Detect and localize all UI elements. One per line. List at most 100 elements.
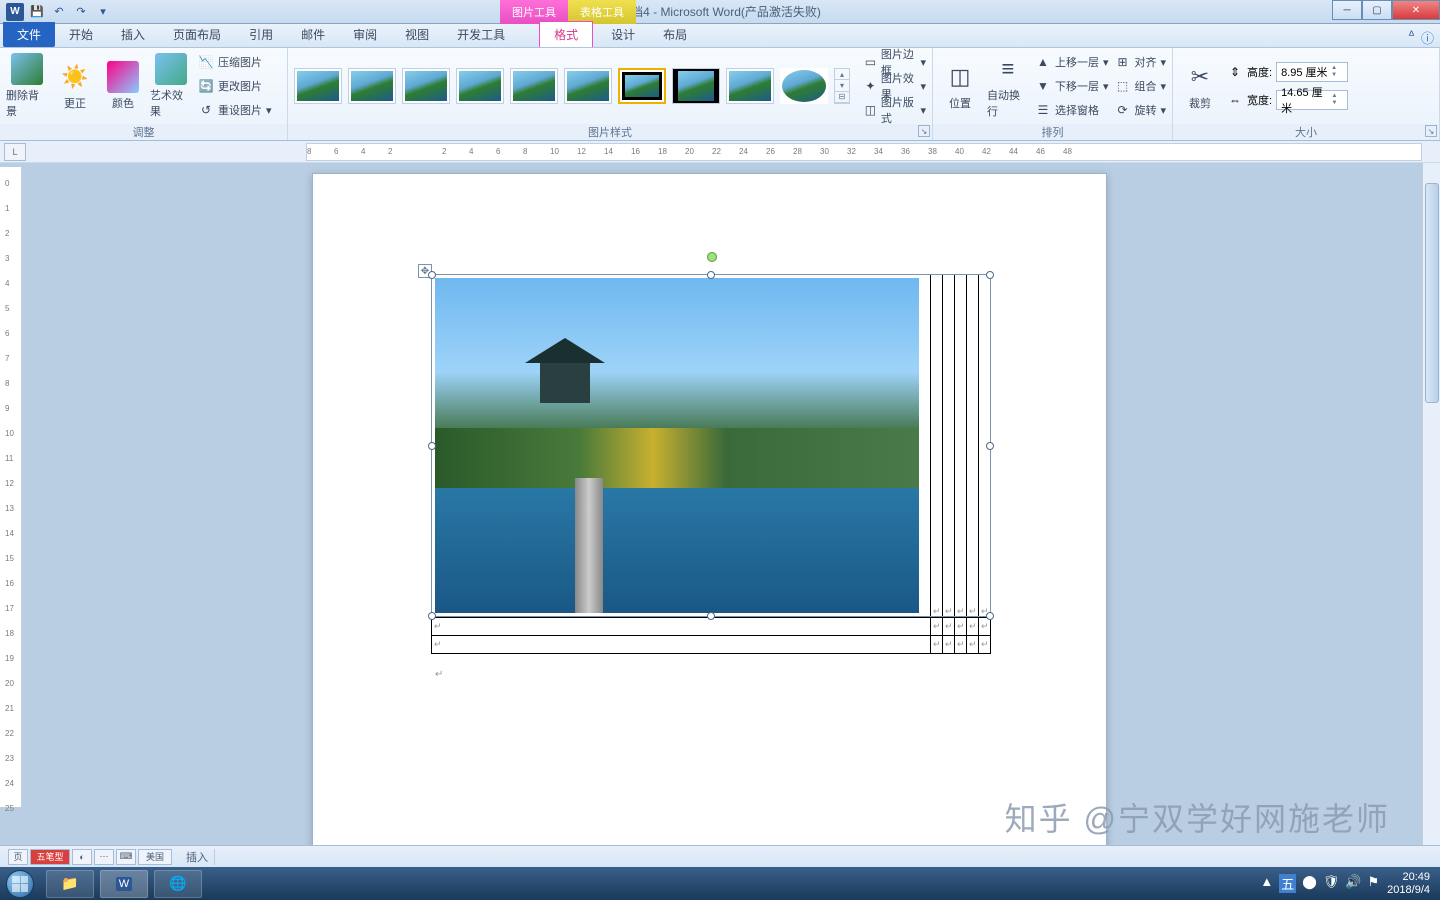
tray-icon-sound[interactable]: 🔊 xyxy=(1345,874,1361,893)
scroll-thumb[interactable] xyxy=(1425,183,1439,403)
task-browser[interactable]: 🌐 xyxy=(154,870,202,898)
pic-layout-button[interactable]: ◫图片版式 ▾ xyxy=(864,99,926,121)
tray-icon-shield[interactable]: 🛡 xyxy=(1323,874,1340,893)
handle-r[interactable] xyxy=(986,442,994,450)
task-explorer[interactable]: 📁 xyxy=(46,870,94,898)
vertical-ruler[interactable]: 0123456789101112131415161718192021222324… xyxy=(0,167,22,807)
ruler-toggle[interactable]: L xyxy=(4,143,26,161)
tab-developer[interactable]: 开发工具 xyxy=(443,22,519,47)
group-label-arrange: 排列 xyxy=(933,124,1172,140)
horizontal-ruler[interactable]: 8642246810121416182022242628303234363840… xyxy=(306,143,1422,161)
styles-dialog-launcher[interactable]: ↘ xyxy=(918,125,930,137)
tab-home[interactable]: 开始 xyxy=(55,22,107,47)
handle-tr[interactable] xyxy=(986,271,994,279)
tab-view[interactable]: 视图 xyxy=(391,22,443,47)
crop-button[interactable]: ✂裁剪 xyxy=(1179,61,1221,111)
gallery-more[interactable]: ▴▾⊟ xyxy=(834,68,850,104)
qat-more-icon[interactable]: ▾ xyxy=(94,3,112,21)
rotate-button[interactable]: ⟳旋转 ▾ xyxy=(1114,99,1166,121)
close-button[interactable]: ✕ xyxy=(1392,0,1440,20)
word-icon[interactable]: W xyxy=(6,3,24,21)
handle-l[interactable] xyxy=(428,442,436,450)
height-icon: ⇕ xyxy=(1227,64,1243,80)
save-icon[interactable]: 💾 xyxy=(28,3,46,21)
ime-bar: 页 五笔型 ◐ ⋯ ⌨ 美国 xyxy=(8,849,172,865)
ime-btn-2[interactable]: 五笔型 xyxy=(30,849,70,865)
group-button[interactable]: ⬚组合 ▾ xyxy=(1114,75,1166,97)
group-label-adjust: 调整 xyxy=(0,124,287,140)
ime-btn-6[interactable]: 美国 xyxy=(138,849,172,865)
position-button[interactable]: ◫位置 xyxy=(939,61,981,111)
width-input[interactable]: 14.65 厘米▲▼ xyxy=(1276,90,1348,110)
compress-button[interactable]: 📉压缩图片 xyxy=(198,51,272,73)
change-pic-button[interactable]: 🔄更改图片 xyxy=(198,75,272,97)
tab-references[interactable]: 引用 xyxy=(235,22,287,47)
style-10[interactable] xyxy=(780,68,828,104)
tray-icon-2[interactable]: ⬤ xyxy=(1302,874,1317,893)
selection-box xyxy=(431,274,991,617)
handle-br[interactable] xyxy=(986,612,994,620)
tab-insert[interactable]: 插入 xyxy=(107,22,159,47)
style-8[interactable] xyxy=(672,68,720,104)
tab-file[interactable]: 文件 xyxy=(3,22,55,47)
artistic-button[interactable]: 艺术效果 xyxy=(150,53,192,119)
style-2[interactable] xyxy=(348,68,396,104)
width-icon: ⇔ xyxy=(1227,92,1243,108)
maximize-button[interactable]: ▢ xyxy=(1362,0,1392,20)
corrections-button[interactable]: ☀️更正 xyxy=(54,61,96,111)
status-insert[interactable]: 插入 xyxy=(180,849,215,865)
bring-forward-button[interactable]: ▲上移一层 ▾ xyxy=(1035,51,1109,73)
handle-t[interactable] xyxy=(707,271,715,279)
start-button[interactable] xyxy=(0,867,40,900)
vertical-scrollbar[interactable] xyxy=(1422,163,1440,845)
width-control: ⇔ 宽度: 14.65 厘米▲▼ xyxy=(1227,90,1348,110)
minimize-button[interactable]: ─ xyxy=(1332,0,1362,20)
color-button[interactable]: 颜色 xyxy=(102,61,144,111)
redo-icon[interactable]: ↷ xyxy=(72,3,90,21)
document-canvas[interactable]: ✥ ↵↵↵↵↵ ↵↵↵↵↵↵ ↵↵↵↵↵↵ xyxy=(22,163,1422,845)
handle-tl[interactable] xyxy=(428,271,436,279)
undo-icon[interactable]: ↶ xyxy=(50,3,68,21)
task-word[interactable]: W xyxy=(100,870,148,898)
group-arrange: ◫位置 ≡自动换行 ▲上移一层 ▾ ▼下移一层 ▾ ☰选择窗格 ⊞对齐 ▾ ⬚组… xyxy=(933,48,1173,140)
tray-icon-1[interactable]: ▲ xyxy=(1260,874,1273,893)
rotation-handle[interactable] xyxy=(707,252,717,262)
style-7[interactable] xyxy=(618,68,666,104)
style-4[interactable] xyxy=(456,68,504,104)
status-bar: 页 五笔型 ◐ ⋯ ⌨ 美国 插入 xyxy=(0,845,1440,867)
style-5[interactable] xyxy=(510,68,558,104)
ime-btn-3[interactable]: ◐ xyxy=(72,849,92,865)
handle-bl[interactable] xyxy=(428,612,436,620)
style-1[interactable] xyxy=(294,68,342,104)
reset-pic-button[interactable]: ↺重设图片 ▾ xyxy=(198,99,272,121)
height-input[interactable]: 8.95 厘米▲▼ xyxy=(1276,62,1348,82)
tray-icon-ime[interactable]: 五 xyxy=(1279,874,1296,893)
tab-design[interactable]: 设计 xyxy=(597,22,649,47)
handle-b[interactable] xyxy=(707,612,715,620)
tab-layout[interactable]: 布局 xyxy=(649,22,701,47)
remove-bg-button[interactable]: 删除背景 xyxy=(6,53,48,119)
tab-review[interactable]: 审阅 xyxy=(339,22,391,47)
tab-mailings[interactable]: 邮件 xyxy=(287,22,339,47)
selection-pane-button[interactable]: ☰选择窗格 xyxy=(1035,99,1109,121)
style-6[interactable] xyxy=(564,68,612,104)
wrap-button[interactable]: ≡自动换行 xyxy=(987,53,1029,119)
style-gallery: ▴▾⊟ xyxy=(294,68,850,104)
clock[interactable]: 20:49 2018/9/4 xyxy=(1387,871,1430,897)
style-3[interactable] xyxy=(402,68,450,104)
tab-format[interactable]: 格式 xyxy=(539,21,593,47)
ime-btn-4[interactable]: ⋯ xyxy=(94,849,114,865)
help-icon[interactable]: ⓘ xyxy=(1421,28,1434,47)
tab-page-layout[interactable]: 页面布局 xyxy=(159,22,235,47)
minimize-ribbon-icon[interactable]: ᐞ xyxy=(1408,28,1415,47)
send-back-button[interactable]: ▼下移一层 ▾ xyxy=(1035,75,1109,97)
align-button[interactable]: ⊞对齐 ▾ xyxy=(1114,51,1166,73)
ime-btn-5[interactable]: ⌨ xyxy=(116,849,136,865)
size-dialog-launcher[interactable]: ↘ xyxy=(1425,125,1437,137)
style-9[interactable] xyxy=(726,68,774,104)
paragraph-mark: ↵ xyxy=(435,669,443,680)
workspace: 0123456789101112131415161718192021222324… xyxy=(0,163,1440,845)
group-label-styles: 图片样式↘ xyxy=(288,124,932,140)
ime-btn-1[interactable]: 页 xyxy=(8,849,28,865)
tray-icon-flag[interactable]: ⚑ xyxy=(1368,874,1380,893)
